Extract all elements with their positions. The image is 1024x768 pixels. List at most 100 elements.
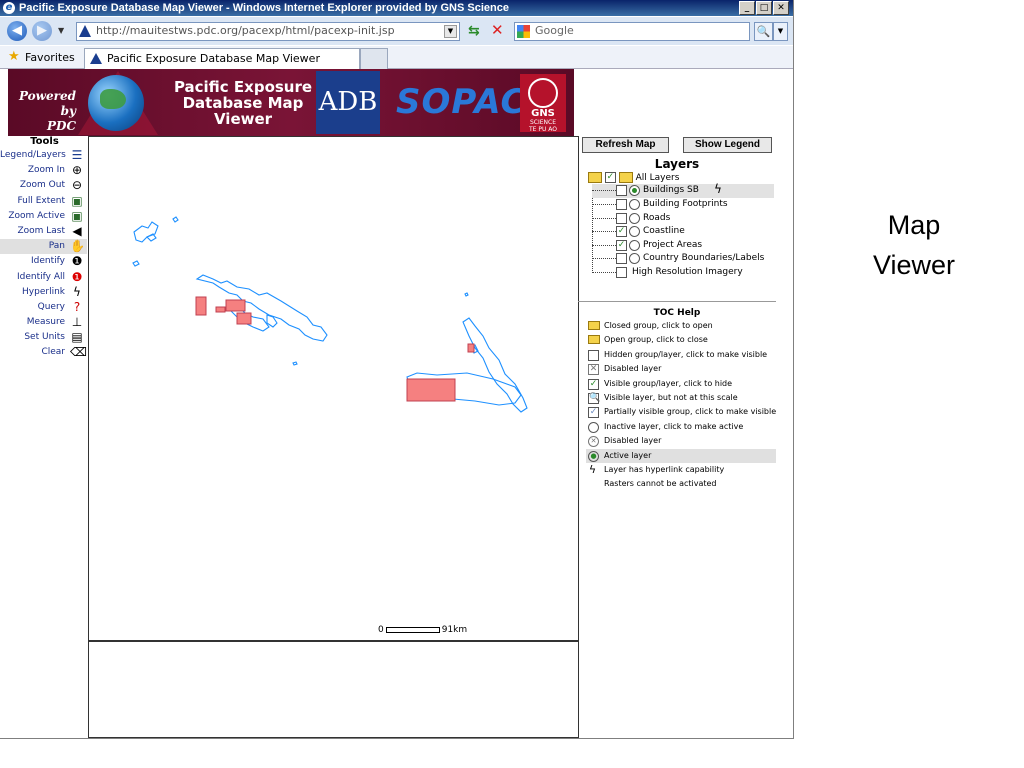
coastline-island	[132, 260, 140, 267]
banner-title-line3: Viewer	[213, 110, 273, 128]
tool-zoom-out[interactable]: Zoom Out ⊖	[0, 178, 87, 193]
favorites-button[interactable]: Favorites	[25, 51, 75, 64]
gns-logo: GNS SCIENCE TE PU AO	[520, 74, 566, 133]
identify-icon: ❶	[71, 254, 83, 269]
radio-icon[interactable]	[629, 239, 640, 251]
not-at-scale-icon: 🔍	[588, 393, 601, 404]
layer-row-country-boundaries[interactable]: Country Boundaries/Labels	[592, 252, 774, 266]
tab-favicon-icon	[90, 53, 102, 64]
lightning-icon: ϟ	[73, 284, 81, 299]
layer-row-buildings-sb[interactable]: Buildings SB ϟ	[592, 183, 774, 198]
back-button[interactable]: ◀	[7, 21, 27, 41]
open-folder-icon	[588, 335, 600, 345]
address-field[interactable]: http://mauitestws.pdc.org/pacexp/html/pa…	[76, 22, 460, 41]
hidden-checkbox-icon	[588, 349, 599, 361]
layers-title: Layers	[654, 157, 700, 171]
forward-button[interactable]: ▶	[32, 21, 52, 41]
header-banner: Powered by PDC Pacific Exposure Database…	[8, 69, 574, 136]
checkbox-icon[interactable]	[616, 199, 627, 210]
tool-hyperlink[interactable]: Hyperlink ϟ	[0, 285, 87, 300]
show-legend-button[interactable]: Show Legend	[683, 137, 772, 153]
search-input[interactable]: Google	[514, 22, 750, 41]
toc-help-row: Hidden group/layer, click to make visibl…	[586, 348, 776, 362]
toc-help-row: ✕ Disabled layer	[588, 364, 662, 376]
radio-icon[interactable]	[629, 226, 640, 237]
checkbox-checked-icon[interactable]: ✓	[616, 239, 627, 251]
radio-icon[interactable]	[629, 253, 640, 264]
star-icon[interactable]: ★	[8, 50, 20, 63]
tool-zoom-in[interactable]: Zoom In ⊕	[0, 163, 87, 178]
tool-full-extent[interactable]: Full Extent ▣	[0, 194, 87, 209]
close-button[interactable]: ✕	[773, 1, 789, 15]
tool-zoom-last[interactable]: Zoom Last ◀	[0, 224, 87, 239]
tool-zoom-active[interactable]: Zoom Active ▣	[0, 209, 87, 224]
layer-row-building-footprints[interactable]: Building Footprints	[592, 198, 774, 212]
identify-all-icon: ❶	[71, 269, 83, 284]
radio-active-icon[interactable]	[629, 185, 640, 196]
tool-identify[interactable]: Identify ❶	[0, 254, 87, 269]
map-svg[interactable]	[89, 137, 578, 640]
toc-help-title: TOC Help	[653, 308, 701, 318]
tool-measure[interactable]: Measure ⊥	[0, 315, 87, 330]
window-controls: _ □ ✕	[738, 1, 789, 17]
layer-row-high-res-imagery[interactable]: High Resolution Imagery	[592, 266, 774, 280]
tool-query[interactable]: Query?	[0, 300, 87, 315]
toc-help-row: 🔍 Visible layer, but not at this scale	[588, 393, 738, 404]
checkbox-checked-icon[interactable]: ✓	[604, 172, 616, 183]
powered-by-line1: Powered by	[18, 89, 76, 118]
layer-row-roads[interactable]: Roads	[592, 212, 774, 226]
map-canvas[interactable]	[88, 136, 579, 641]
caption-line1: Map	[887, 210, 941, 240]
history-dropdown-icon[interactable]: ▼	[58, 26, 64, 35]
eraser-icon: ⌫	[70, 345, 87, 360]
tool-clear[interactable]: Clear ⌫	[0, 345, 87, 360]
radio-icon[interactable]	[629, 199, 640, 210]
units-icon: ▤	[71, 330, 83, 345]
globe-logo	[88, 75, 144, 131]
coastline-island	[146, 233, 157, 242]
checkbox-icon[interactable]	[616, 212, 627, 224]
checkbox-icon[interactable]	[616, 253, 627, 264]
toc-help-row: Inactive layer, click to make active	[586, 420, 776, 434]
open-folder-icon[interactable]	[588, 172, 602, 183]
gns-text: GNS	[531, 108, 555, 119]
layer-row-project-areas[interactable]: ✓ Project Areas	[592, 239, 774, 253]
tool-legend-layers[interactable]: Legend/Layers ☰	[0, 148, 87, 163]
inactive-radio-icon	[588, 421, 599, 433]
toc-help-row: Closed group, click to open	[586, 319, 776, 333]
stop-icon[interactable]: ✕	[491, 23, 504, 38]
hand-icon: ✋	[70, 239, 85, 254]
tab-pacific-exposure[interactable]: Pacific Exposure Database Map Viewer	[84, 48, 360, 69]
checkbox-icon[interactable]	[616, 266, 627, 278]
gns-sub1: SCIENCE	[529, 119, 557, 126]
radio-icon[interactable]	[629, 212, 640, 224]
layers-stack-icon	[618, 172, 633, 183]
site-favicon-icon	[79, 25, 91, 37]
search-options-icon[interactable]: ▼	[773, 22, 788, 41]
disabled-checkbox-icon: ✕	[588, 364, 599, 376]
toc-help-row: ✓ Visible group/layer, click to hide	[588, 378, 733, 390]
minimize-button[interactable]: _	[739, 1, 755, 15]
powered-by-line2: PDC	[47, 119, 76, 133]
title-bar: e Pacific Exposure Database Map Viewer -…	[0, 0, 793, 16]
search-icon[interactable]: 🔍	[754, 22, 773, 41]
zoom-active-icon: ▣	[71, 208, 83, 223]
new-tab-button[interactable]	[360, 48, 388, 69]
layers-panel: Refresh Map Show Legend Layers ✓ All Lay…	[578, 136, 776, 736]
checkbox-icon[interactable]	[616, 185, 627, 196]
tool-identify-all[interactable]: Identify All ❶	[0, 270, 87, 285]
maximize-button[interactable]: □	[756, 1, 772, 15]
refresh-icon[interactable]: ⇆	[468, 24, 480, 38]
scale-bar: 0 91km	[378, 626, 467, 635]
query-icon: ?	[73, 299, 81, 314]
checkbox-checked-icon[interactable]: ✓	[616, 226, 627, 237]
tool-pan[interactable]: Pan ✋	[0, 239, 87, 255]
coastline-island	[464, 292, 469, 297]
toc-help-row: Open group, click to close	[586, 333, 776, 347]
all-layers-row[interactable]: ✓ All Layers	[588, 172, 679, 184]
tool-set-units[interactable]: Set Units ▤	[0, 330, 87, 345]
layer-row-coastline[interactable]: ✓ Coastline	[592, 225, 774, 239]
address-dropdown-icon[interactable]: ▼	[444, 25, 457, 38]
refresh-map-button[interactable]: Refresh Map	[582, 137, 669, 153]
scale-line	[385, 626, 440, 633]
